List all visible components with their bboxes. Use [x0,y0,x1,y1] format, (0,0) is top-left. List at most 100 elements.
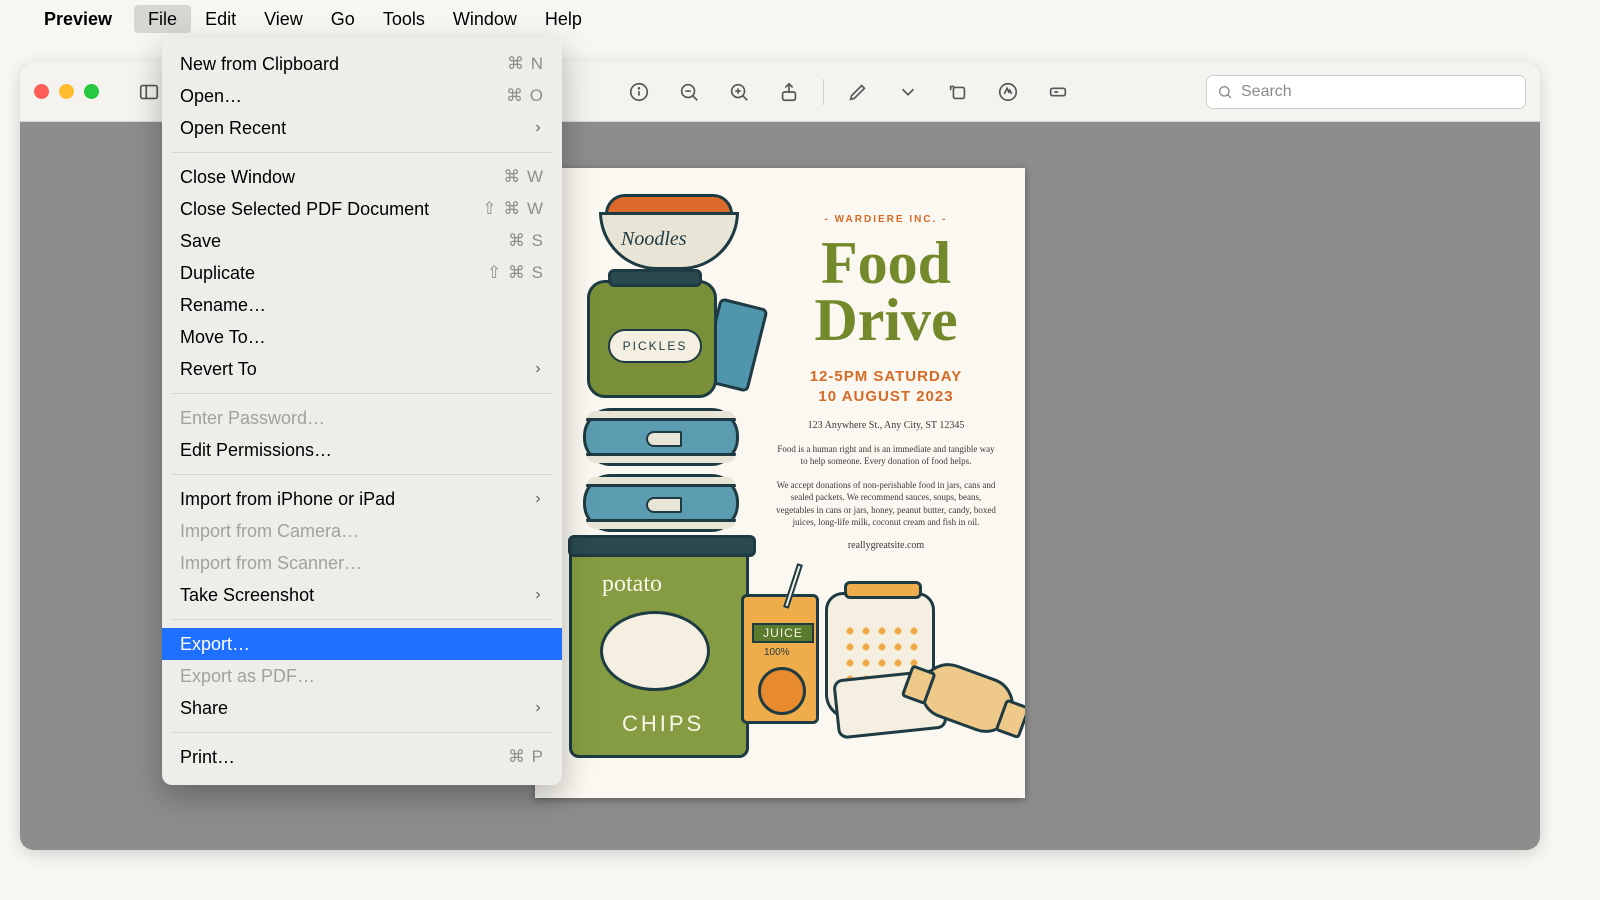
close-window-button[interactable] [34,84,49,99]
menu-file[interactable]: File [134,5,191,33]
document-page[interactable]: Noodles PICKLES potato CHIPS JUICE [535,168,1025,798]
chevron-right-icon [532,489,544,510]
menu-item-label: Edit Permissions… [180,440,332,461]
markup-button[interactable] [838,74,878,110]
share-button[interactable] [769,74,809,110]
menu-item-print[interactable]: Print… ⌘ P [162,741,562,773]
menu-shortcut: ⌘ W [503,167,544,187]
markup-dropdown-button[interactable] [888,74,928,110]
menu-item-open[interactable]: Open… ⌘ O [162,80,562,112]
menu-item-label: Export as PDF… [180,666,315,687]
menu-separator [172,619,552,620]
app-name[interactable]: Preview [44,9,112,30]
flyer-illustration: Noodles PICKLES potato CHIPS JUICE [569,194,769,774]
menu-item-label: Import from Camera… [180,521,359,542]
menu-item-label: Close Selected PDF Document [180,199,429,220]
chevron-right-icon [532,698,544,719]
menu-item-revert-to[interactable]: Revert To [162,353,562,385]
menu-item-label: Export… [180,634,250,655]
flyer-org: - WARDIERE INC. - [775,214,997,225]
fullscreen-window-button[interactable] [84,84,99,99]
menu-separator [172,732,552,733]
menu-item-label: Import from iPhone or iPad [180,489,395,510]
menu-item-label: Print… [180,747,235,768]
menu-go[interactable]: Go [317,5,369,33]
minimize-window-button[interactable] [59,84,74,99]
menu-item-label: Import from Scanner… [180,553,362,574]
menu-shortcut: ⇧ ⌘ S [487,263,544,283]
menu-item-share[interactable]: Share [162,692,562,724]
search-icon [1217,84,1233,100]
search-placeholder: Search [1241,83,1292,101]
chips-label: CHIPS [622,711,704,737]
flyer-address: 123 Anywhere St., Any City, ST 12345 [775,420,997,431]
menu-item-take-screenshot[interactable]: Take Screenshot [162,579,562,611]
chips-bag-graphic: potato CHIPS [569,538,749,758]
menu-view[interactable]: View [250,5,317,33]
menu-item-close-window[interactable]: Close Window ⌘ W [162,161,562,193]
menu-item-label: Enter Password… [180,408,325,429]
toolbar-divider [823,79,824,105]
menu-shortcut: ⌘ O [506,86,544,106]
menu-item-new-from-clipboard[interactable]: New from Clipboard ⌘ N [162,48,562,80]
menu-window[interactable]: Window [439,5,531,33]
juice-label: JUICE [752,623,814,643]
flyer-title: FoodDrive [775,235,997,349]
form-button[interactable] [1038,74,1078,110]
menu-shortcut: ⇧ ⌘ W [482,199,544,219]
fish-tin-graphic [583,408,739,466]
menu-help[interactable]: Help [531,5,596,33]
highlight-button[interactable] [988,74,1028,110]
flyer-text-block: - WARDIERE INC. - FoodDrive 12-5PM SATUR… [775,214,997,551]
juice-box-graphic: JUICE 100% [741,594,819,724]
menu-item-close-selected-pdf-document[interactable]: Close Selected PDF Document ⇧ ⌘ W [162,193,562,225]
zoom-out-button[interactable] [669,74,709,110]
menu-item-enter-password: Enter Password… [162,402,562,434]
fish-tin-graphic [583,474,739,532]
menu-item-move-to[interactable]: Move To… [162,321,562,353]
noodles-graphic: Noodles [599,194,739,270]
menu-item-label: Save [180,231,221,252]
menu-item-open-recent[interactable]: Open Recent [162,112,562,144]
menu-separator [172,152,552,153]
menu-item-import-from-iphone-or-ipad[interactable]: Import from iPhone or iPad [162,483,562,515]
menu-item-label: Close Window [180,167,295,188]
info-button[interactable] [619,74,659,110]
flyer-body-2: We accept donations of non-perishable fo… [775,479,997,528]
potato-label: potato [602,571,662,598]
flyer-website: reallygreatsite.com [775,540,997,551]
menu-item-import-from-scanner: Import from Scanner… [162,547,562,579]
menu-item-label: Revert To [180,359,257,380]
menu-item-label: Duplicate [180,263,255,284]
flyer-datetime: 12-5PM SATURDAY10 AUGUST 2023 [775,367,997,406]
menu-edit[interactable]: Edit [191,5,250,33]
menu-tools[interactable]: Tools [369,5,439,33]
menu-shortcut: ⌘ S [508,231,544,251]
zoom-in-button[interactable] [719,74,759,110]
menu-shortcut: ⌘ P [508,747,544,767]
chevron-right-icon [532,359,544,380]
file-menu-dropdown: New from Clipboard ⌘ N Open… ⌘ O Open Recent… [162,38,562,785]
pickles-label: PICKLES [608,329,702,363]
window-controls [34,84,99,99]
menu-item-label: Take Screenshot [180,585,314,606]
menu-item-edit-permissions[interactable]: Edit Permissions… [162,434,562,466]
search-field[interactable]: Search [1206,75,1526,109]
menu-item-label: Open… [180,86,242,107]
pickles-jar-graphic: PICKLES [587,280,717,398]
chevron-right-icon [532,118,544,139]
juice-percent: 100% [764,647,790,658]
menu-separator [172,474,552,475]
rotate-button[interactable] [938,74,978,110]
menu-item-label: New from Clipboard [180,54,339,75]
menu-separator [172,393,552,394]
menu-item-export[interactable]: Export… [162,628,562,660]
menu-item-label: Open Recent [180,118,286,139]
menu-item-duplicate[interactable]: Duplicate ⇧ ⌘ S [162,257,562,289]
menu-item-rename[interactable]: Rename… [162,289,562,321]
macos-menubar: Preview FileEditViewGoToolsWindowHelp [0,0,1600,38]
menu-shortcut: ⌘ N [507,54,544,74]
noodles-label: Noodles [621,228,687,251]
menu-item-label: Move To… [180,327,266,348]
menu-item-save[interactable]: Save ⌘ S [162,225,562,257]
